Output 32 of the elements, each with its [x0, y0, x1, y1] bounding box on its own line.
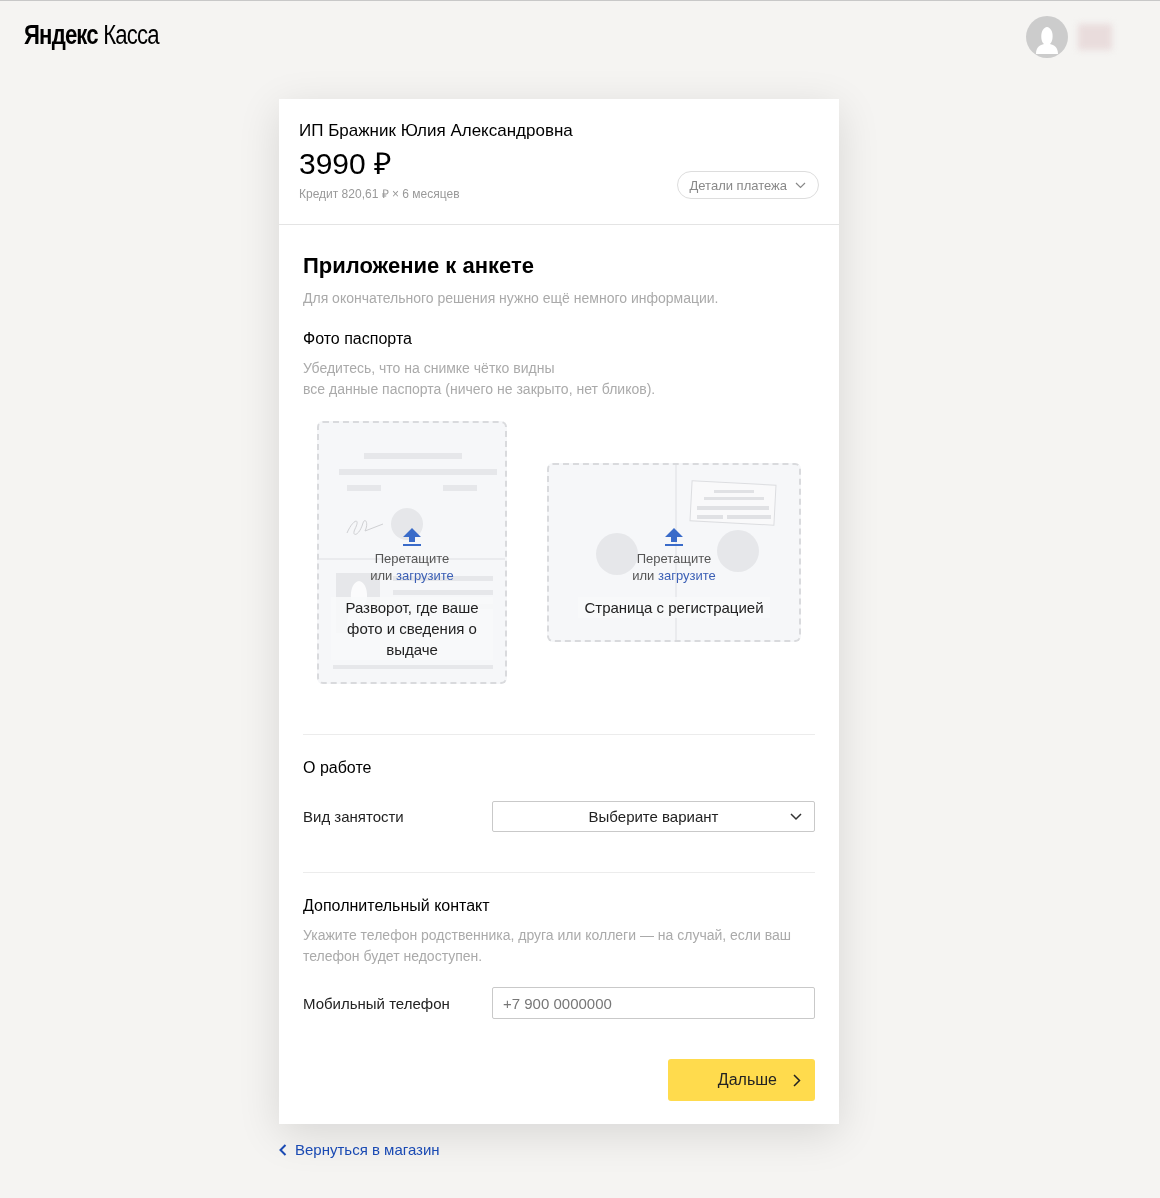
employment-select[interactable]: Выберите вариант — [492, 801, 815, 832]
credit-terms: Кредит 820,61 ₽ × 6 месяцев — [299, 186, 460, 202]
field-label: Мобильный телефон — [303, 994, 451, 1012]
field-label: Вид занятости — [303, 808, 405, 825]
avatar-icon[interactable] — [1026, 16, 1068, 58]
form-subtitle: Для окончательного решения нужно ещё немного информации. — [303, 290, 720, 306]
upload-hint: Перетащите или загрузите — [632, 550, 716, 584]
logo[interactable]: Яндекс Касса — [24, 20, 159, 51]
section-title: Дополнительный контакт — [303, 896, 491, 916]
back-to-shop-link[interactable]: Вернуться в магазин — [295, 1141, 440, 1158]
form-title: Приложение к анкете — [303, 252, 535, 280]
registration-page-dropzone[interactable]: Перетащите или загрузите Страница с регистрацией — [547, 463, 801, 642]
upload-icon — [402, 527, 422, 546]
select-placeholder: Выберите вариант — [588, 808, 719, 825]
section-title: Фото паспорта — [303, 329, 413, 349]
upload-link[interactable]: загрузите — [395, 568, 454, 583]
section-title: О работе — [303, 758, 373, 778]
section-hint: Убедитесь, что на снимке чётко видны все данные паспорта (ничего не закрыто, нет бликов). — [303, 359, 657, 399]
upload-icon — [664, 527, 684, 546]
upload-link[interactable]: загрузите — [657, 568, 716, 583]
next-button[interactable]: Дальше — [667, 1059, 815, 1101]
section-hint: Укажите телефон родственника, друга или коллеги — на случай, если ваш телефон будет недоступен. — [303, 926, 793, 966]
payment-details-button[interactable]: Детали платежа — [676, 171, 819, 199]
chevron-down-icon — [795, 181, 806, 189]
passport-spread-dropzone[interactable]: Перетащите или загрузите Разворот, где ваше фото и сведения о выдаче — [317, 421, 507, 684]
chevron-right-icon — [793, 1073, 801, 1087]
payment-amount: 3990 ₽ — [299, 147, 392, 181]
chevron-down-icon — [790, 813, 802, 821]
upload-hint: Перетащите или загрузите — [370, 550, 454, 584]
chevron-left-icon — [279, 1143, 287, 1156]
phone-input[interactable]: +7 900 0000000 — [492, 987, 815, 1019]
merchant-name: ИП Бражник Юлия Александровна — [299, 120, 573, 142]
